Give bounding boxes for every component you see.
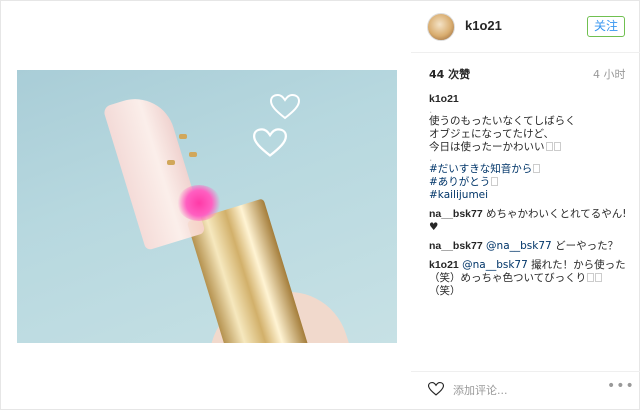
- comment-username[interactable]: k1o21: [429, 259, 459, 271]
- gold-fleck: [189, 152, 197, 157]
- emoji-placeholder: [491, 177, 499, 186]
- caption-username[interactable]: k1o21: [429, 93, 629, 106]
- avatar[interactable]: [427, 13, 455, 41]
- caption-dot: .: [429, 152, 433, 164]
- username[interactable]: k1o21: [465, 18, 502, 33]
- add-comment-input[interactable]: 添加评论...: [453, 382, 508, 398]
- emoji-placeholder: [553, 142, 561, 151]
- post-header: k1o21 关注: [411, 1, 640, 53]
- more-options-icon[interactable]: •••: [607, 378, 635, 394]
- caption-dot: .: [429, 104, 433, 116]
- likes-count[interactable]: 44 次赞: [429, 66, 470, 82]
- emoji-placeholder: [595, 273, 603, 282]
- caption-line: 今日は使ったーかわいい: [429, 141, 629, 154]
- comment-item: na__bsk77 @na__bsk77 どーやった？: [429, 240, 629, 253]
- caption-line: 使うのもったいなくてしばらく: [429, 115, 576, 127]
- follow-button[interactable]: 关注: [587, 16, 625, 37]
- comment-text: （笑）: [429, 285, 461, 297]
- heart-doodle-icon: [270, 94, 300, 120]
- post-time: 4 小时: [593, 68, 626, 81]
- lipstick-bullet: [102, 89, 206, 251]
- heart-doodle-icon: [253, 128, 287, 157]
- emoji-placeholder: [533, 164, 541, 173]
- flower-inclusion: [177, 185, 221, 221]
- hashtag[interactable]: #kailijumei: [429, 189, 629, 202]
- comments-list: k1o21 . 使うのもったいなくてしばらく オブジェになってたけど、 今日は使…: [429, 93, 629, 298]
- comment-item: na__bsk77 めちゃかわいくとれてるやん!♥: [429, 208, 629, 234]
- comment-item: k1o21 @na__bsk77 撮れた！から使った（笑）めっちゃ色ついてびっく…: [429, 259, 629, 298]
- emoji-placeholder: [545, 142, 553, 151]
- comment-username[interactable]: na__bsk77: [429, 240, 483, 252]
- comment-text: どーやった？: [551, 240, 619, 252]
- gold-fleck: [179, 134, 187, 139]
- emoji-placeholder: [587, 273, 595, 282]
- heart-outline-icon[interactable]: [428, 381, 444, 397]
- caption-line: オブジェになってたけど、: [429, 128, 554, 140]
- comment-mention[interactable]: @na__bsk77: [459, 259, 528, 271]
- post-frame: k1o21 关注 44 次赞 4 小时 k1o21 . 使うのもったいなくてしば…: [0, 0, 640, 410]
- gold-fleck: [167, 160, 175, 165]
- comment-username[interactable]: na__bsk77: [429, 208, 483, 220]
- post-footer: 添加评论... •••: [411, 371, 640, 407]
- comment-mention[interactable]: @na__bsk77: [483, 240, 552, 252]
- hashtag[interactable]: #ありがとう: [429, 176, 629, 189]
- hashtag[interactable]: #だいすきな知音から: [429, 163, 629, 176]
- post-photo[interactable]: [17, 70, 397, 343]
